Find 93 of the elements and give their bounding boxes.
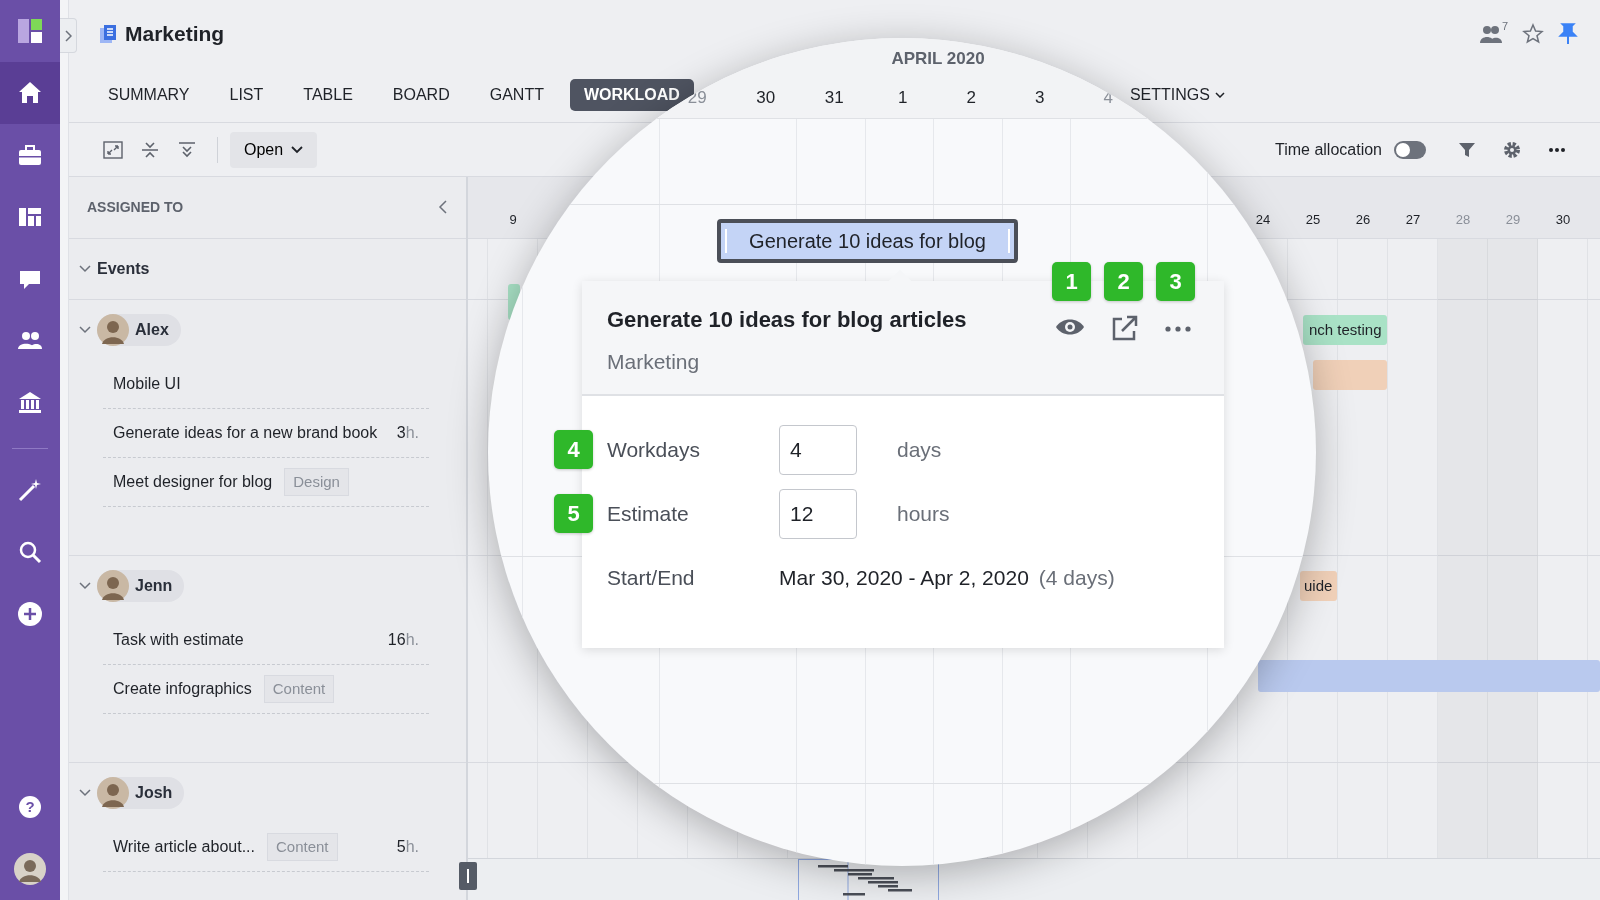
task-title: Create infographics — [113, 678, 252, 699]
avatar — [97, 569, 129, 602]
day-label: 28 — [1454, 211, 1472, 230]
day-label: 3 — [1034, 87, 1046, 109]
group-name: Events — [97, 258, 150, 279]
column-heading: ASSIGNED TO — [87, 197, 184, 217]
assignee-name: Josh — [135, 782, 173, 803]
time-allocation-toggle[interactable] — [1394, 140, 1426, 159]
project-name: Marketing — [607, 349, 700, 375]
task-hours: 3h. — [396, 422, 419, 443]
tab[interactable]: SETTINGS — [1123, 79, 1239, 112]
field-label: Estimate — [607, 501, 690, 528]
tab[interactable]: LIST — [215, 79, 278, 112]
task-hours: 16h. — [387, 629, 419, 650]
field-label: Workdays — [607, 437, 701, 464]
day-label: 30 — [755, 87, 777, 109]
task-row[interactable]: Meet designer for blog Design — [103, 457, 429, 507]
filter-icon[interactable] — [1457, 140, 1476, 159]
day-label: 24 — [1254, 211, 1272, 230]
task-title: Mobile UI — [113, 373, 181, 394]
task-hours: 5h. — [396, 836, 419, 857]
assignee-name: Jenn — [135, 575, 173, 596]
sidebar-item[interactable] — [0, 62, 60, 124]
chevron-down-icon[interactable] — [79, 325, 91, 334]
number-marker: 3 — [1156, 262, 1195, 301]
document-icon — [99, 24, 117, 44]
caret-icon — [291, 145, 304, 154]
settings-icon[interactable] — [1502, 140, 1521, 159]
chevron-down-icon[interactable] — [79, 788, 91, 797]
toggle-label: Time allocation — [1275, 139, 1382, 160]
avatar — [97, 313, 129, 346]
chevron-down-icon[interactable] — [79, 264, 91, 273]
task-title: Generate 10 ideas for blog articles — [607, 306, 967, 334]
number-marker: 2 — [1104, 262, 1143, 301]
duration-text: (4 days) — [1038, 565, 1115, 592]
day-label: 31 — [823, 87, 845, 109]
chevron-right-icon — [64, 29, 72, 42]
expand-all-icon[interactable] — [176, 140, 197, 159]
field-label: Start/End — [607, 565, 696, 592]
task-bar[interactable]: uide — [1300, 570, 1337, 601]
task-row[interactable]: Write article about... Content 5h. — [103, 822, 429, 872]
date-range: Mar 30, 2020 - Apr 2, 2020 — [779, 565, 1029, 592]
chevron-down-icon[interactable] — [79, 581, 91, 590]
unit-label: hours — [897, 501, 950, 528]
help-button[interactable]: ? — [19, 796, 41, 818]
pin-icon[interactable] — [1558, 23, 1578, 45]
scroll-handle[interactable] — [459, 862, 477, 890]
tab[interactable]: BOARD — [378, 79, 464, 112]
collapse-panel-icon[interactable] — [438, 200, 448, 215]
day-label: 29 — [1504, 211, 1522, 230]
task-row[interactable]: Task with estimate 16h. — [103, 615, 429, 665]
avatar — [97, 776, 129, 809]
assignee-name: Alex — [135, 319, 169, 340]
task-title: Generate ideas for a new brand book — [113, 422, 378, 443]
fullscreen-icon[interactable] — [102, 140, 123, 159]
number-marker: 5 — [554, 494, 593, 533]
task-row[interactable]: Create infographics Content — [103, 664, 429, 714]
task-tag: Content — [267, 832, 338, 862]
month-label: APRIL 2020 — [890, 48, 986, 70]
watchers-count: 7 — [1501, 18, 1508, 34]
logo-icon — [16, 17, 44, 45]
day-label: 1 — [897, 87, 909, 109]
day-label: 27 — [1404, 211, 1422, 230]
task-bar[interactable]: nch testing — [1303, 314, 1387, 345]
unit-label: days — [897, 437, 942, 464]
tab[interactable]: GANTT — [475, 79, 558, 112]
day-label: 26 — [1354, 211, 1372, 230]
number-marker: 4 — [554, 430, 593, 469]
task-bar[interactable]: Generate 10 ideas for blog — [717, 219, 1018, 263]
task-title: Write article about... — [113, 836, 255, 857]
day-label: 2 — [965, 87, 977, 109]
tab[interactable]: TABLE — [289, 79, 367, 112]
plus-icon — [16, 600, 44, 628]
filter-dropdown[interactable]: Open — [230, 131, 318, 168]
day-label: 25 — [1304, 211, 1322, 230]
people-icon — [1479, 25, 1502, 43]
task-row[interactable]: Generate ideas for a new brand book 3h. — [103, 408, 429, 458]
tab[interactable]: SUMMARY — [94, 79, 204, 112]
task-row[interactable]: Mobile UI — [103, 359, 429, 409]
caret-icon — [1214, 92, 1225, 99]
input-field[interactable]: 4 — [779, 425, 857, 475]
task-title: Task with estimate — [113, 629, 244, 650]
project-title: Marketing — [125, 21, 225, 48]
input-field[interactable]: 12 — [779, 489, 857, 539]
task-tag: Content — [263, 674, 335, 704]
task-tag: Design — [284, 467, 349, 497]
number-marker: 1 — [1052, 262, 1091, 301]
collapse-icon[interactable] — [139, 140, 160, 159]
task-title: Meet designer for blog — [113, 471, 273, 492]
star-icon[interactable] — [1522, 23, 1544, 45]
day-label: 9 — [508, 211, 518, 230]
day-label: 30 — [1554, 211, 1572, 230]
user-avatar[interactable] — [14, 853, 46, 885]
